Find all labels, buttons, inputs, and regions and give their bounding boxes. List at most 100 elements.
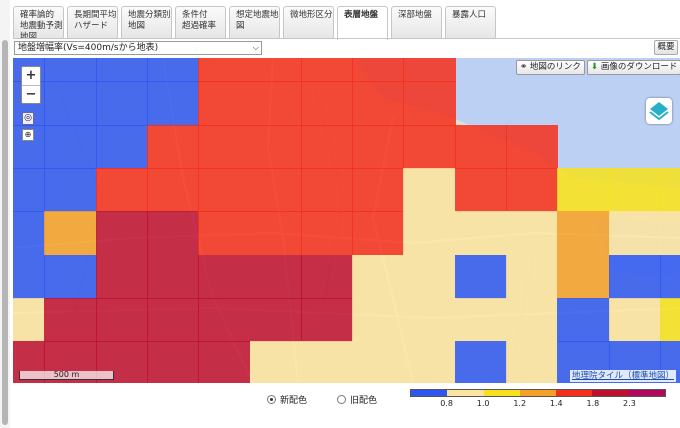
tab-6[interactable]: 表層地盤 [337, 6, 388, 40]
zoom-out-button[interactable]: − [22, 85, 40, 103]
grid-cell [44, 58, 97, 83]
download-label: 画像のダウンロード [600, 62, 678, 72]
layer-select[interactable]: 地盤増幅率(Vs=400m/sから地表) ⌵ [14, 41, 262, 55]
scale-bar: 500 m [19, 371, 114, 380]
tab-1[interactable]: 長期間平均 ハザード [67, 6, 118, 38]
locate-icon[interactable]: ⊕ [22, 129, 34, 141]
grid-cell [95, 297, 148, 343]
grid-cell [198, 254, 251, 299]
layers-button[interactable] [646, 98, 672, 124]
grid-cell [146, 58, 200, 83]
grid-cell [403, 341, 456, 383]
overview-button[interactable]: 概要 [654, 40, 678, 55]
download-icon: ⬇ [591, 62, 599, 72]
grid-cell [44, 81, 97, 126]
grid-cell [13, 167, 46, 213]
grid-cell [198, 167, 251, 213]
tile-attribution-link[interactable]: 地理院タイル（標準地図） [569, 370, 676, 382]
grid-cell [13, 297, 46, 343]
grid-cell [198, 81, 251, 126]
legend-tick-label: 1.2 [513, 399, 527, 408]
grid-cell [95, 58, 148, 83]
grid-cell [352, 297, 405, 343]
grid-cell [300, 211, 354, 256]
download-image-button[interactable]: ⬇ 画像のダウンロード [587, 60, 680, 75]
tab-2[interactable]: 地震分類別 地図 [121, 6, 172, 38]
grid-cell [198, 58, 251, 83]
map-view[interactable]: + − ◎ ⊕ ⚭ 地図のリンク ⬇ 画像のダウンロード 500 m 地理院タイ… [13, 58, 680, 383]
grid-cell [506, 341, 559, 383]
grid-cell [249, 341, 302, 383]
chevron-down-icon: ⌵ [252, 43, 259, 52]
new-color-scheme-radio[interactable]: 新配色 [267, 393, 307, 406]
grid-cell [557, 297, 610, 343]
radio-unselected-icon [337, 395, 347, 404]
grid-cell [352, 124, 405, 169]
grid-cell [198, 297, 251, 343]
scrollbar-thumb[interactable] [2, 40, 8, 425]
grid-cell [403, 254, 456, 299]
grid-cell [506, 297, 559, 343]
grid-cell [557, 211, 610, 256]
grid-cell [146, 167, 200, 213]
old-color-scheme-radio[interactable]: 旧配色 [337, 393, 377, 406]
tab-4[interactable]: 想定地震地図 [229, 6, 280, 38]
grid-cell [352, 341, 405, 383]
new-color-scheme-label: 新配色 [280, 396, 308, 406]
map-link-button[interactable]: ⚭ 地図のリンク [516, 60, 585, 75]
tab-3[interactable]: 条件付 超過確率 [175, 6, 226, 38]
legend-swatch [628, 390, 665, 396]
grid-cell [95, 124, 148, 169]
grid-cell [300, 81, 354, 126]
legend-tick-labels: 0.8 1.0 1.2 1.4 1.8 2.3 [410, 399, 666, 409]
zoom-in-button[interactable]: + [22, 67, 40, 85]
tab-0[interactable]: 確率論的 地震動予測地図 [13, 6, 64, 38]
legend-tick-label: 1.4 [549, 399, 563, 408]
grid-cell [608, 211, 661, 256]
grid-cell [249, 124, 302, 169]
grid-cell [403, 297, 456, 343]
grid-cell [506, 211, 559, 256]
amplification-grid [13, 58, 680, 383]
legend-swatch [519, 390, 557, 396]
radio-selected-icon [267, 395, 276, 404]
grid-cell [454, 211, 507, 256]
map-type-tabs: 確率論的 地震動予測地図 長期間平均 ハザード 地震分類別 地図 条件付 超過確率 想定… [13, 6, 499, 40]
grid-cell [454, 341, 507, 383]
tab-8[interactable]: 暴露人口 [445, 6, 496, 38]
legend-tick-label: 1.8 [586, 399, 600, 408]
grid-cell [44, 211, 97, 256]
grid-cell [557, 167, 610, 213]
grid-cell [249, 211, 302, 256]
grid-cell [44, 254, 97, 299]
grid-cell [249, 254, 302, 299]
grid-cell [506, 254, 559, 299]
grid-cell [300, 58, 354, 83]
grid-cell [454, 124, 507, 169]
grid-cell [403, 124, 456, 169]
legend-swatch [592, 390, 629, 396]
layers-icon [649, 102, 669, 121]
grid-cell [198, 124, 251, 169]
zoom-control: + − [21, 66, 41, 104]
link-icon: ⚭ [520, 62, 528, 72]
tab-7[interactable]: 深部地盤 [391, 6, 442, 38]
grid-cell [95, 211, 148, 256]
grid-cell [454, 167, 507, 213]
grid-cell [608, 254, 661, 299]
grid-cell [146, 297, 200, 343]
grid-cell [557, 254, 610, 299]
grid-cell [506, 167, 559, 213]
legend-tick-label: 2.3 [623, 399, 636, 408]
tab-5[interactable]: 微地形区分 [283, 6, 334, 38]
map-link-label: 地図のリンク [529, 62, 581, 72]
grid-cell [95, 81, 148, 126]
grid-cell [352, 81, 405, 126]
grid-cell [146, 211, 200, 256]
layer-select-value: 地盤増幅率(Vs=400m/sから地表) [18, 43, 159, 53]
page-scrollbar[interactable] [0, 0, 10, 428]
grid-cell [506, 124, 559, 169]
globe-icon[interactable]: ◎ [22, 112, 34, 125]
grid-cell [403, 58, 456, 83]
grid-cell [352, 211, 405, 256]
